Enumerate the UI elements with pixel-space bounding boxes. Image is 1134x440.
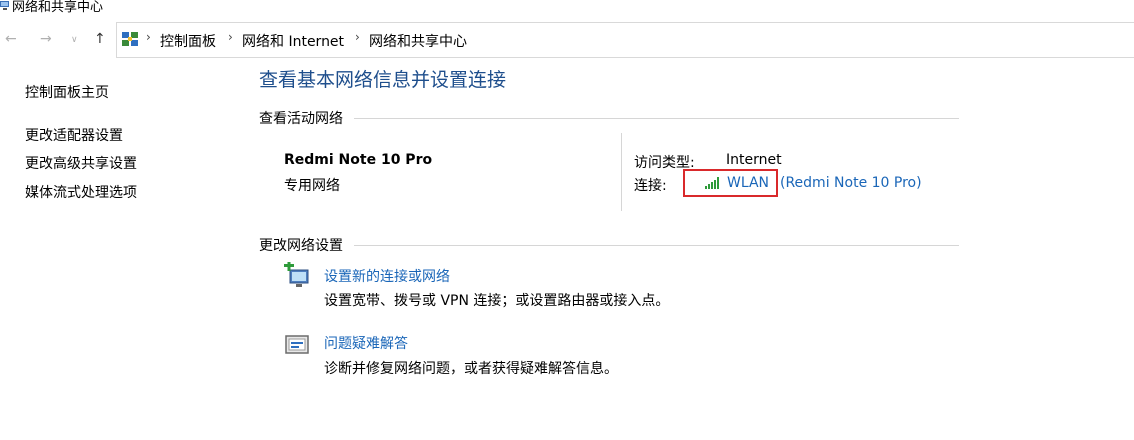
sidebar-item-adapter-settings[interactable]: 更改适配器设置 bbox=[25, 125, 123, 145]
setup-new-connection-description: 设置宽带、拨号或 VPN 连接；或设置路由器或接入点。 bbox=[324, 293, 670, 309]
network-category[interactable]: 专用网络 bbox=[284, 175, 340, 195]
network-sharing-center-window: 网络和共享中心 ← → ∨ ↑ › 控制面板 › 网络和 Internet › … bbox=[0, 0, 1134, 440]
arrow-right-icon[interactable]: → bbox=[40, 31, 52, 47]
chevron-right-icon[interactable]: › bbox=[146, 30, 151, 44]
wifi-signal-icon bbox=[705, 177, 719, 189]
chevron-down-icon[interactable]: ∨ bbox=[71, 32, 78, 48]
change-settings-heading: 更改网络设置 bbox=[259, 238, 343, 254]
wlan-connection-link[interactable]: WLAN bbox=[727, 175, 769, 191]
section-divider bbox=[354, 118, 959, 119]
new-connection-icon bbox=[284, 262, 309, 287]
arrow-up-icon[interactable]: ↑ bbox=[94, 31, 106, 47]
troubleshoot-icon bbox=[285, 335, 309, 354]
connection-label: 连接: bbox=[634, 178, 667, 194]
access-type-value: Internet bbox=[726, 152, 782, 168]
network-name: Redmi Note 10 Pro bbox=[284, 152, 433, 168]
window-title: 网络和共享中心 bbox=[12, 0, 104, 15]
troubleshoot-description: 诊断并修复网络问题，或者获得疑难解答信息。 bbox=[324, 361, 618, 377]
network-center-icon bbox=[0, 1, 9, 10]
navigation-bar: ← → ∨ ↑ › 控制面板 › 网络和 Internet › 网络和共享中心 bbox=[0, 22, 1134, 58]
active-networks-heading: 查看活动网络 bbox=[259, 111, 343, 127]
vertical-divider bbox=[621, 133, 622, 211]
sidebar-item-control-panel-home[interactable]: 控制面板主页 bbox=[25, 82, 109, 102]
section-divider bbox=[354, 245, 959, 246]
address-bar[interactable]: › 控制面板 › 网络和 Internet › 网络和共享中心 bbox=[116, 22, 1134, 58]
wlan-highlight-box: WLAN bbox=[683, 169, 778, 197]
page-title: 查看基本网络信息并设置连接 bbox=[259, 69, 507, 91]
sidebar-item-advanced-sharing[interactable]: 更改高级共享设置 bbox=[25, 153, 137, 173]
control-panel-icon bbox=[122, 32, 138, 46]
sidebar-item-media-streaming[interactable]: 媒体流式处理选项 bbox=[25, 182, 137, 202]
chevron-right-icon[interactable]: › bbox=[228, 30, 233, 44]
arrow-left-icon[interactable]: ← bbox=[5, 31, 17, 47]
breadcrumb-network-internet[interactable]: 网络和 Internet bbox=[242, 31, 344, 51]
breadcrumb-sharing-center[interactable]: 网络和共享中心 bbox=[369, 31, 467, 51]
troubleshoot-link[interactable]: 问题疑难解答 bbox=[324, 333, 408, 353]
breadcrumb-control-panel[interactable]: 控制面板 bbox=[160, 31, 216, 51]
title-bar: 网络和共享中心 bbox=[0, 0, 1134, 18]
wlan-ssid-link[interactable]: (Redmi Note 10 Pro) bbox=[780, 175, 922, 191]
setup-new-connection-link[interactable]: 设置新的连接或网络 bbox=[324, 266, 450, 286]
chevron-right-icon[interactable]: › bbox=[355, 30, 360, 44]
